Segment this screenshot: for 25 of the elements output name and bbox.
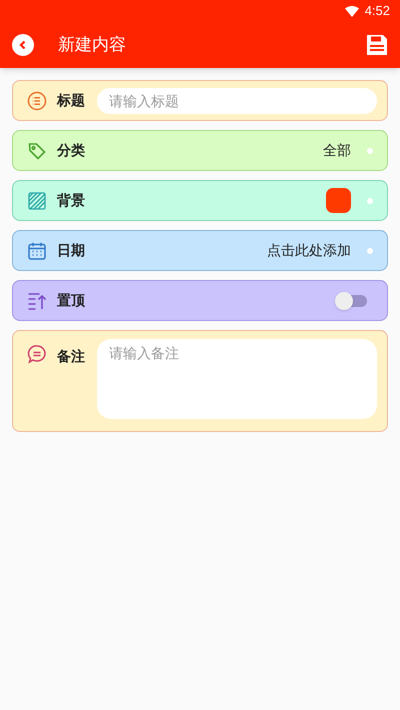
row-label: 背景 — [57, 191, 85, 210]
wifi-icon — [344, 6, 359, 16]
save-button[interactable] — [366, 34, 388, 56]
setting-row[interactable]: 日期 点击此处添加 — [12, 230, 388, 271]
chevron-left-icon — [18, 40, 28, 50]
row-value: 全部 — [323, 141, 351, 160]
row-label: 备注 — [57, 348, 85, 364]
tag-icon — [27, 140, 47, 160]
pattern-icon — [27, 190, 47, 210]
chat-icon — [27, 344, 47, 364]
setting-row[interactable]: 分类 全部 — [12, 130, 388, 171]
row-label: 分类 — [57, 141, 85, 160]
row-value: 点击此处添加 — [267, 241, 351, 260]
page-title: 新建内容 — [58, 34, 126, 56]
title-input[interactable]: 请输入标题 — [97, 88, 377, 114]
note-input[interactable]: 请输入备注 — [97, 339, 377, 419]
sort-up-icon — [27, 290, 47, 310]
list-icon — [27, 90, 47, 110]
row-label: 日期 — [57, 241, 85, 260]
row-label: 置顶 — [57, 291, 85, 310]
setting-row[interactable]: 背景 — [12, 180, 388, 221]
row-label: 标题 — [57, 91, 85, 110]
calendar-icon — [27, 240, 47, 260]
status-time: 4:52 — [364, 2, 390, 20]
back-button[interactable] — [12, 34, 34, 56]
